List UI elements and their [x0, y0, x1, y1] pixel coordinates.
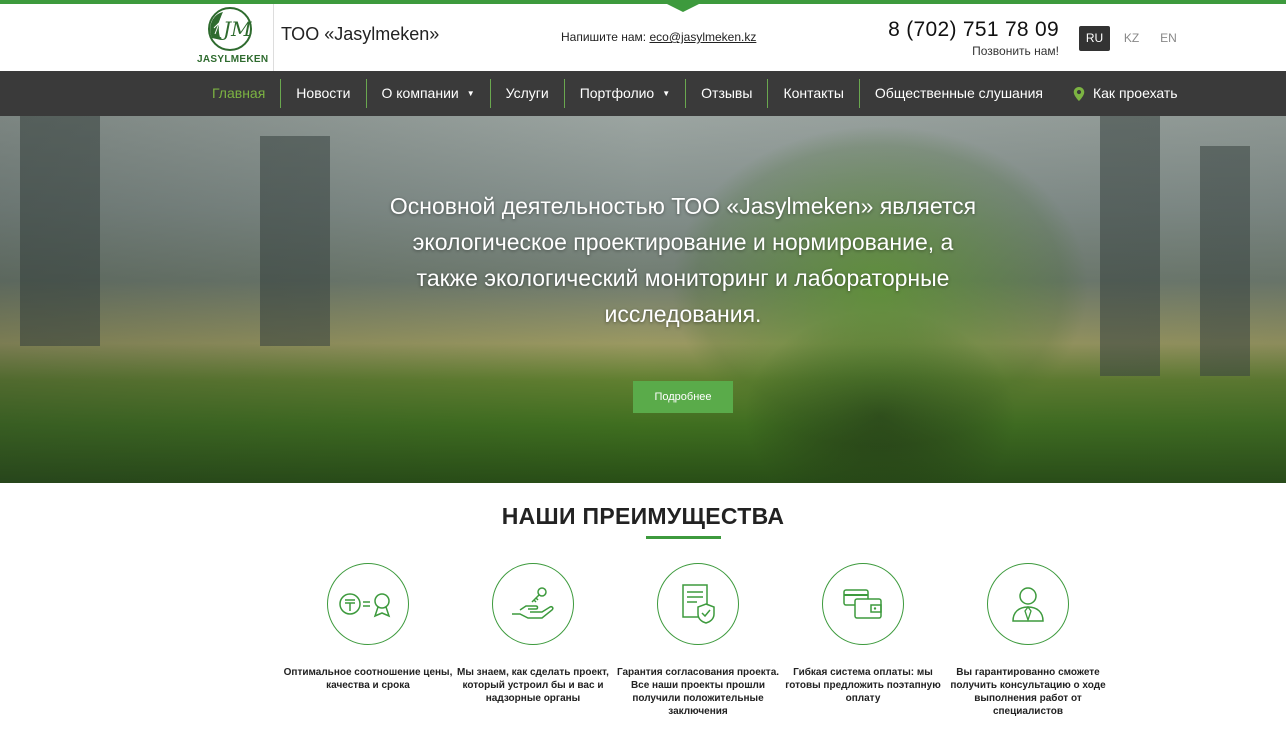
advantage-text: Гибкая система оплаты: мы готовы предлож… — [785, 667, 941, 704]
nav-label: Контакты — [783, 85, 844, 101]
nav-about[interactable]: О компании ▼ — [365, 79, 490, 108]
nav-public-hearings[interactable]: Общественные слушания — [858, 79, 1058, 108]
title-underline — [646, 536, 721, 539]
hero-headline: Основной деятельностью ТОО «Jasylmeken» … — [389, 193, 977, 327]
wallet-cards-icon — [822, 563, 904, 645]
more-button[interactable]: Подробнее — [633, 381, 733, 413]
nav-home[interactable]: Главная — [197, 79, 280, 108]
nav-news[interactable]: Новости — [280, 79, 365, 108]
company-name: ТОО «Jasylmeken» — [281, 24, 440, 44]
nav-label: Главная — [212, 85, 266, 101]
site-header: JM JASYLMEKEN ТОО «Jasylmeken» Напишите … — [0, 4, 1286, 71]
document-shield-icon — [657, 563, 739, 645]
nav-label: Новости — [296, 85, 351, 101]
logo-text: JASYLMEKEN — [197, 54, 269, 65]
caret-down-icon: ▼ — [466, 89, 475, 98]
caret-down-icon: ▼ — [662, 89, 671, 98]
logo-emblem-icon: JM — [208, 7, 252, 51]
nav-directions[interactable]: Как проехать — [1058, 79, 1193, 108]
company-logo[interactable]: JM JASYLMEKEN — [197, 6, 269, 68]
lang-kz[interactable]: KZ — [1116, 26, 1147, 51]
hand-key-icon — [492, 563, 574, 645]
advantage-item: Вы гарантированно сможете получить консу… — [943, 563, 1113, 718]
email-link[interactable]: eco@jasylmeken.kz — [649, 30, 756, 44]
main-nav: Главная Новости О компании ▼ Услуги Портф… — [0, 71, 1286, 116]
nav-label: О компании — [381, 85, 459, 101]
advantage-item: Оптимальное соотношение цены, качества и… — [283, 563, 453, 692]
advantage-text: Мы знаем, как сделать проект, который ус… — [457, 667, 609, 704]
phone-number[interactable]: 8 (702) 751 78 09 — [888, 18, 1059, 42]
nav-contacts[interactable]: Контакты — [767, 79, 858, 108]
map-pin-icon — [1073, 86, 1085, 101]
hero-banner: Основной деятельностью ТОО «Jasylmeken» … — [0, 116, 1286, 483]
lang-ru[interactable]: RU — [1079, 26, 1110, 51]
advantage-text: Вы гарантированно сможете получить консу… — [950, 667, 1106, 717]
advantages-title: НАШИ ПРЕИМУЩЕСТВА — [501, 503, 785, 529]
nav-label: Отзывы — [701, 85, 753, 101]
header-divider — [273, 4, 274, 71]
nav-label: Услуги — [505, 85, 549, 101]
email-label: Напишите нам: — [561, 30, 647, 44]
advantage-item: Мы знаем, как сделать проект, который ус… — [448, 563, 618, 705]
advantage-text: Оптимальное соотношение цены, качества и… — [283, 667, 453, 691]
language-switcher: RU KZ EN — [1079, 26, 1184, 51]
advantage-item: Гибкая система оплаты: мы готовы предлож… — [778, 563, 948, 705]
nav-services[interactable]: Услуги — [489, 79, 564, 108]
nav-portfolio[interactable]: Портфолио ▼ — [563, 79, 685, 108]
price-quality-icon — [327, 563, 409, 645]
nav-label: Портфолио — [579, 85, 655, 101]
lang-en[interactable]: EN — [1153, 26, 1184, 51]
call-us-link[interactable]: Позвонить нам! — [972, 44, 1059, 58]
advantage-text: Гарантия согласования проекта. Все наши … — [616, 667, 780, 717]
consultant-icon — [987, 563, 1069, 645]
nav-label: Как проехать — [1092, 85, 1178, 101]
svg-text:JM: JM — [219, 17, 252, 41]
nav-reviews[interactable]: Отзывы — [685, 79, 767, 108]
email-block: Напишите нам: eco@jasylmeken.kz — [561, 30, 756, 44]
advantage-item: Гарантия согласования проекта. Все наши … — [613, 563, 783, 718]
nav-label: Общественные слушания — [874, 85, 1043, 101]
